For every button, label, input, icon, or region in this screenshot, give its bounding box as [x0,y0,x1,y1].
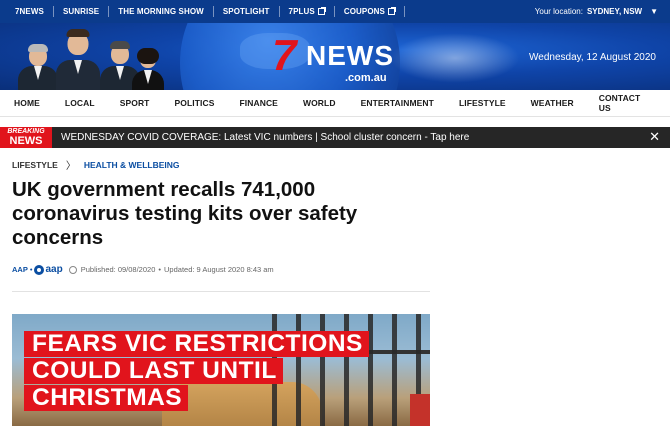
breadcrumb: LIFESTYLE 〉 HEALTH & WELLBEING [12,157,180,173]
hero-caption-line-2: COULD LAST UNTIL [24,358,283,384]
presenter-figure [132,40,164,90]
network-link-spotlight[interactable]: SPOTLIGHT [214,7,279,16]
red-sign [410,394,430,426]
article-hero-image[interactable]: FEARS VIC RESTRICTIONS COULD LAST UNTIL … [12,314,430,426]
masthead-banner: 7 NEWS .com.au Wednesday, 12 August 2020 [0,23,670,90]
meta-divider [12,291,430,292]
published-date: Published: 09/08/2020 [80,265,156,274]
breaking-news-tag: BREAKING NEWS [0,127,52,148]
logo-7-numeral[interactable]: 7 [272,34,296,78]
network-link-7news[interactable]: 7NEWS [6,7,53,16]
article-headline: UK government recalls 741,000 coronaviru… [12,178,358,249]
breadcrumb-lifestyle[interactable]: LIFESTYLE [12,160,58,170]
logo-wordmark[interactable]: NEWS [306,41,394,71]
network-link-coupons[interactable]: COUPONS [335,7,404,16]
nav-item-lifestyle[interactable]: LIFESTYLE [459,98,506,108]
nav-item-sport[interactable]: SPORT [120,98,150,108]
separator-dot: • [158,265,162,274]
author-name[interactable]: AAP [12,265,28,274]
aap-logo-text: aap [45,264,63,275]
nav-item-local[interactable]: LOCAL [65,98,95,108]
hero-caption-line-1: FEARS VIC RESTRICTIONS [24,331,369,357]
separator-dot: • [29,265,33,274]
top-utility-bar: 7NEWS SUNRISE THE MORNING SHOW SPOTLIGHT… [0,0,670,23]
presenter-figure [18,38,58,90]
main-nav: HOME LOCAL SPORT POLITICS FINANCE WORLD … [0,90,670,117]
presenter-hair [66,29,90,37]
nav-item-world[interactable]: WORLD [303,98,336,108]
aap-logo-icon [34,264,45,275]
presenters-photo [14,27,164,90]
breaking-tag-bottom: NEWS [9,135,43,147]
chevron-down-icon: ▼ [650,7,658,16]
presenter-suit [56,60,100,90]
location-selector[interactable]: Your location: SYDNEY, NSW ▼ [535,0,658,23]
presenter-figure [56,28,100,90]
breadcrumb-health-wellbeing[interactable]: HEALTH & WELLBEING [84,160,180,170]
updated-date: Updated: 9 August 2020 8:43 am [164,265,274,274]
nav-item-entertainment[interactable]: ENTERTAINMENT [361,98,434,108]
hero-caption-line-3: CHRISTMAS [24,385,189,411]
breaking-news-bar[interactable]: BREAKING NEWS WEDNESDAY COVID COVERAGE: … [0,127,670,148]
external-link-icon [387,7,396,15]
external-link-icon [317,7,326,15]
divider [403,6,405,17]
presenter-hair [28,44,48,52]
presenter-suit [18,66,58,90]
nav-item-home[interactable]: HOME [14,98,40,108]
light-flare [390,33,520,83]
nav-item-politics[interactable]: POLITICS [174,98,214,108]
network-link-coupons-label: COUPONS [343,7,385,16]
logo-domain: .com.au [345,72,387,84]
location-label: Your location: [534,7,583,16]
nav-item-contact-us[interactable]: CONTACT US [599,93,645,113]
clock-icon [68,265,77,274]
network-link-sunrise[interactable]: SUNRISE [54,7,108,16]
current-date: Wednesday, 12 August 2020 [529,52,656,63]
presenter-hair [137,48,159,64]
close-icon[interactable]: ✕ [649,130,660,144]
nav-item-finance[interactable]: FINANCE [239,98,277,108]
aap-logo: aap [34,264,63,275]
breaking-news-message[interactable]: WEDNESDAY COVID COVERAGE: Latest VIC num… [61,132,469,143]
network-link-7plus-label: 7PLUS [288,7,315,16]
nav-item-weather[interactable]: WEATHER [531,98,574,108]
network-link-morning-show[interactable]: THE MORNING SHOW [109,7,213,16]
article-meta: AAP • aap Published: 09/08/2020 • Update… [12,264,274,275]
network-links: 7NEWS SUNRISE THE MORNING SHOW SPOTLIGHT… [6,0,405,23]
network-link-7plus[interactable]: 7PLUS [280,7,334,16]
presenter-hair [110,41,130,49]
presenter-dress [132,70,164,90]
location-value: SYDNEY, NSW [586,7,643,16]
chevron-right-icon: 〉 [65,161,76,172]
